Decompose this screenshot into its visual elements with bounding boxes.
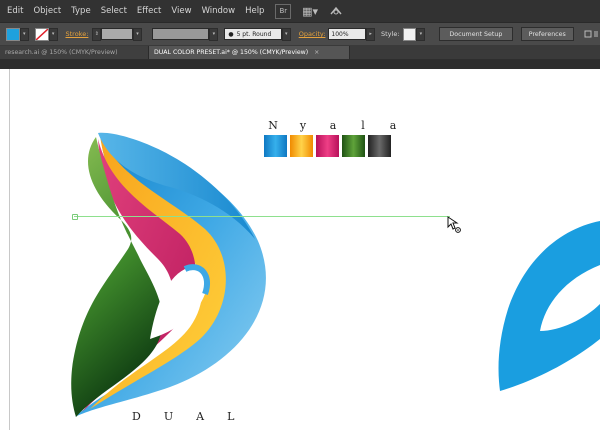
menu-help[interactable]: Help [240, 0, 269, 22]
variable-width-dropdown[interactable]: ▾ [209, 27, 219, 41]
arrange-documents-button[interactable]: ▦▾ [299, 5, 321, 18]
stroke-weight-stepper[interactable]: ⇕ [92, 27, 102, 41]
brush-dropdown[interactable]: ▾ [281, 27, 291, 41]
swatch-yellow[interactable] [290, 135, 313, 157]
brand-letter: a [329, 119, 337, 132]
menu-bar: Edit Object Type Select Effect View Wind… [0, 0, 600, 22]
fill-swatch[interactable] [5, 27, 20, 41]
menu-window[interactable]: Window [197, 0, 241, 22]
style-swatch[interactable] [402, 27, 417, 41]
preferences-button[interactable]: Preferences [520, 27, 575, 41]
dual-letter: L [227, 410, 235, 423]
menu-type[interactable]: Type [66, 0, 96, 22]
tab-research-label: research.ai @ 150% (CMYK/Preview) [5, 49, 118, 56]
brand-letter: y [299, 119, 307, 132]
panel-menu-icon[interactable] [584, 29, 600, 39]
stroke-weight-dropdown[interactable]: ▾ [133, 27, 142, 41]
opacity-value: 100% [331, 30, 349, 38]
dual-letter: A [196, 410, 205, 423]
menu-object[interactable]: Object [28, 0, 66, 22]
swatch-gray[interactable] [368, 135, 391, 157]
brush-dot-icon: ● [228, 30, 234, 38]
swatch-magenta[interactable] [316, 135, 339, 157]
menu-view[interactable]: View [166, 0, 196, 22]
control-bar: ▾ ▾ Stroke: ⇕ ▾ ▾ ● 5 pt. Round ▾ Opacit… [0, 22, 600, 45]
tab-dual-color-preset[interactable]: DUAL COLOR PRESET.ai* @ 150% (CMYK/Previ… [149, 46, 350, 59]
opacity-label[interactable]: Opacity: [299, 30, 326, 38]
opacity-dropdown[interactable]: ▸ [366, 27, 376, 41]
gpu-icon[interactable] [329, 5, 343, 17]
stroke-swatch[interactable] [34, 27, 49, 41]
document-tab-bar: research.ai @ 150% (CMYK/Preview) DUAL C… [0, 45, 600, 59]
tab-dual-color-preset-label: DUAL COLOR PRESET.ai* @ 150% (CMYK/Previ… [154, 49, 309, 56]
color-swatch-row[interactable] [264, 135, 391, 157]
menu-edit[interactable]: Edit [0, 0, 28, 22]
dual-letter: U [163, 410, 174, 423]
fill-dropdown[interactable]: ▾ [19, 27, 29, 41]
style-dropdown[interactable]: ▾ [416, 27, 426, 41]
document-setup-button[interactable]: Document Setup [439, 27, 513, 41]
dual-wordmark[interactable]: D U A L [132, 410, 234, 423]
brush-field[interactable]: ● 5 pt. Round [224, 28, 282, 40]
hand-cursor-icon [446, 215, 464, 235]
variable-width-field[interactable] [151, 28, 210, 40]
smart-guide-anchor [72, 214, 78, 220]
close-tab-icon[interactable]: × [314, 49, 319, 56]
ruler-strip [0, 59, 600, 69]
opacity-field[interactable]: 100% [328, 28, 367, 40]
menu-select[interactable]: Select [96, 0, 132, 22]
stroke-label[interactable]: Stroke: [66, 30, 89, 38]
brand-letter: N [268, 119, 278, 132]
smart-guide-line [74, 216, 450, 217]
stroke-dropdown[interactable]: ▾ [48, 27, 58, 41]
artboard-canvas[interactable]: N y a l a D U A L [0, 69, 600, 430]
brand-name[interactable]: N y a l a [263, 119, 403, 132]
menu-effect[interactable]: Effect [132, 0, 166, 22]
swatch-blue[interactable] [264, 135, 287, 157]
swatch-green[interactable] [342, 135, 365, 157]
tab-research[interactable]: research.ai @ 150% (CMYK/Preview) [0, 46, 149, 59]
brand-letter: a [389, 119, 397, 132]
brush-label: 5 pt. Round [236, 30, 272, 38]
bridge-button[interactable]: Br [275, 3, 292, 19]
style-label: Style: [381, 30, 400, 38]
stroke-weight-field[interactable] [101, 28, 134, 40]
dual-letter: D [132, 410, 141, 423]
logo-blue-partial [498, 221, 600, 391]
brand-letter: l [361, 119, 365, 132]
